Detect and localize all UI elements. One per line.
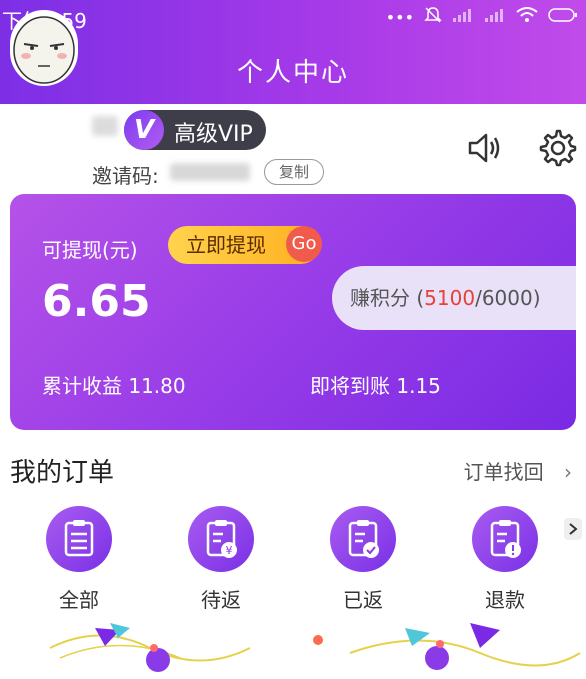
order-tab-refund[interactable]: 退款: [450, 506, 560, 616]
order-tab-label: 待返: [201, 588, 241, 612]
avatar[interactable]: [10, 10, 78, 86]
scroll-right-arrow-icon[interactable]: [564, 518, 582, 540]
clipboard-list-icon: [46, 506, 112, 572]
clipboard-alert-icon: [472, 506, 538, 572]
pending-income: 即将到账 1.15: [310, 374, 441, 398]
points-total: /6000): [475, 286, 541, 310]
vip-label: 高级VIP: [174, 122, 253, 147]
order-recovery-link[interactable]: 订单找回 ›: [464, 456, 572, 485]
withdrawable-label: 可提现(元): [42, 238, 138, 262]
copy-button[interactable]: 复制: [264, 159, 324, 185]
clipboard-check-icon: [330, 506, 396, 572]
gear-icon[interactable]: [538, 128, 578, 168]
page-title: 个人中心: [236, 58, 349, 88]
order-tab-label: 已返: [343, 588, 383, 612]
app-header: 下午1:59 ••• 个人中心: [0, 0, 586, 104]
wifi-icon: [516, 7, 538, 27]
wallet-card: 可提现(元) 立即提现 Go 6.65 赚积分 (5100/6000) 累计收益…: [10, 194, 576, 430]
balance-amount: 6.65: [42, 276, 151, 327]
vip-icon: V: [124, 110, 164, 150]
order-tab-label: 退款: [485, 588, 525, 612]
earn-points-button[interactable]: 赚积分 (5100/6000): [332, 266, 576, 330]
go-badge[interactable]: Go: [286, 226, 322, 262]
signal-2-icon: [484, 7, 506, 27]
more-dots-icon: •••: [385, 7, 414, 27]
order-tab-all[interactable]: 全部: [24, 506, 134, 616]
order-recovery-label: 订单找回: [463, 460, 544, 484]
points-current: 5100: [424, 286, 476, 310]
decorative-banner: [0, 618, 586, 675]
chevron-right-icon: ›: [564, 460, 572, 484]
battery-icon: [548, 7, 578, 27]
svg-text:¥: ¥: [226, 544, 233, 557]
cumulative-income: 累计收益 11.80: [42, 374, 186, 398]
clipboard-yen-icon: ¥: [188, 506, 254, 572]
username-blurred: [92, 116, 118, 136]
invite-code-label: 邀请码:: [92, 164, 159, 188]
order-tab-pending[interactable]: ¥ 待返: [166, 506, 276, 616]
points-label: 赚积分 (: [350, 286, 425, 310]
invite-code-blurred: [170, 163, 250, 181]
bell-muted-icon: [424, 6, 442, 28]
signal-icon: [452, 7, 474, 27]
speaker-icon[interactable]: [464, 128, 504, 168]
order-tab-label: 全部: [59, 588, 99, 612]
status-bar: 下午1:59 •••: [0, 0, 586, 34]
status-icons: •••: [386, 6, 578, 28]
orders-section-title: 我的订单: [10, 458, 115, 488]
order-tab-returned[interactable]: 已返: [308, 506, 418, 616]
